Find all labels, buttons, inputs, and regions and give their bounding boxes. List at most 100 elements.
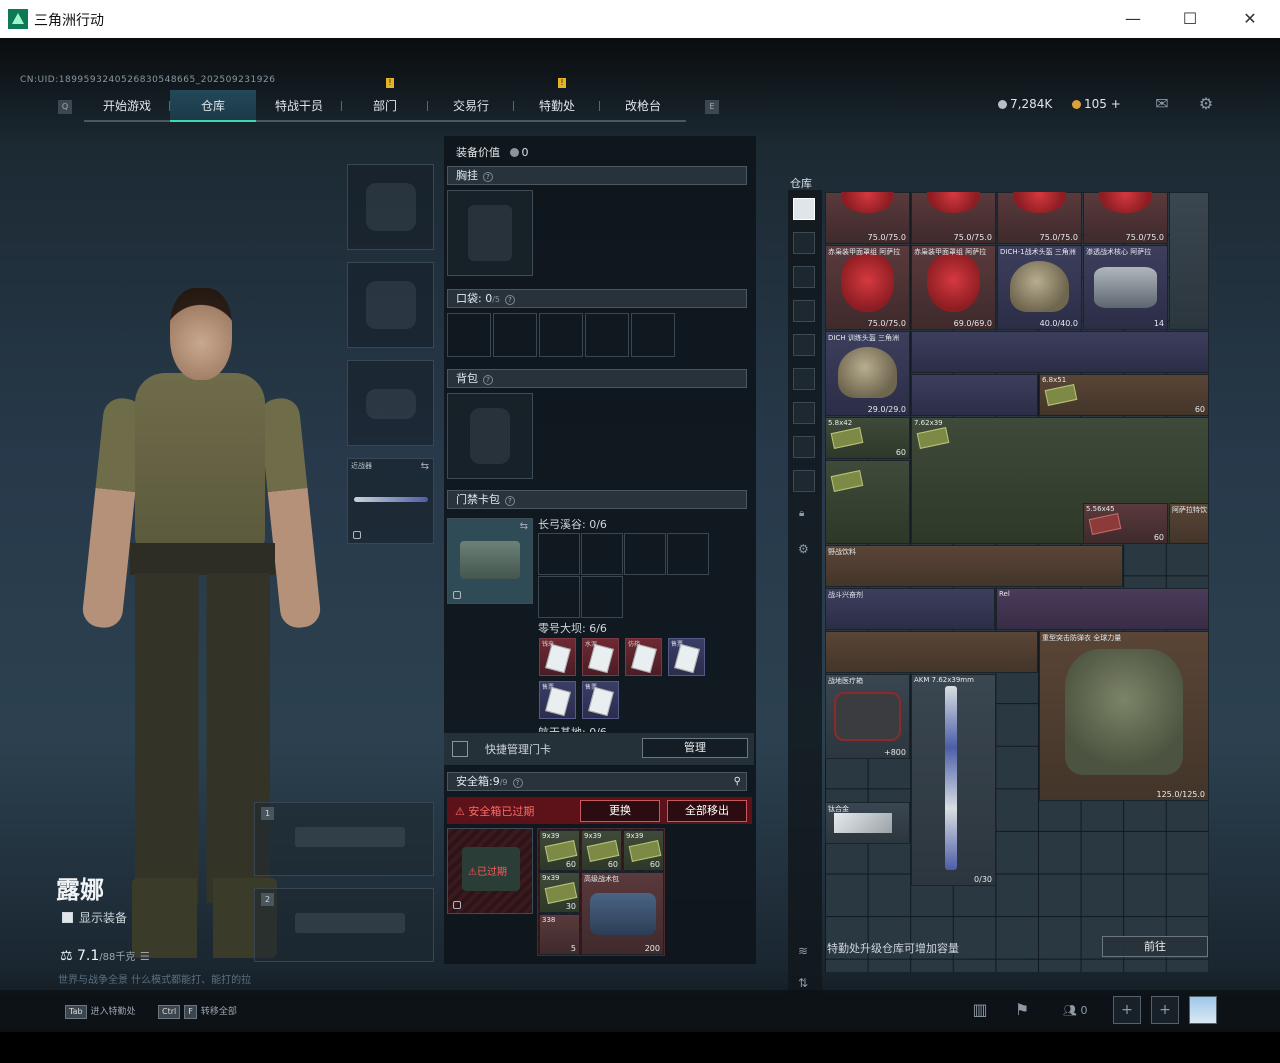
keycard-item[interactable]: 售票 [582, 681, 619, 719]
warehouse-item[interactable]: DICH 训练头盔 三角洲 29.0/29.0 [825, 331, 910, 416]
safebox-slot[interactable]: ⚠已过期 [447, 828, 533, 914]
tab-special-ops[interactable]: 特勤处! [514, 78, 600, 122]
warehouse-item[interactable]: DICH-1战术头盔 三角洲 40.0/40.0 [997, 245, 1082, 330]
swap-icon[interactable]: ⇆ [421, 461, 429, 472]
warehouse-item[interactable]: 钛合金 [825, 802, 910, 844]
goto-button[interactable]: 前往 [1102, 936, 1208, 957]
primary-weapon-slot-1[interactable]: 1 [254, 802, 434, 876]
warehouse-tab-1[interactable] [793, 232, 815, 254]
tab-trading[interactable]: 交易行 [428, 90, 514, 122]
keycard-item[interactable]: 仿药 [625, 638, 662, 676]
warehouse-item[interactable]: 战地医疗箱 +800 [825, 674, 910, 759]
warehouse-tab-7[interactable] [793, 436, 815, 458]
helmet-slot[interactable] [347, 164, 434, 250]
warehouse-tab-8[interactable] [793, 470, 815, 492]
list-icon[interactable]: ☰ [140, 950, 150, 963]
keycard-cell[interactable] [538, 533, 580, 575]
warehouse-tab-6[interactable] [793, 402, 815, 424]
primary-weapon-slot-2[interactable]: 2 [254, 888, 434, 962]
pocket-cell[interactable] [493, 313, 537, 357]
tab-department[interactable]: 部门! [342, 78, 428, 122]
help-icon[interactable]: ? [505, 496, 515, 506]
squad-count[interactable]: 👥︎ 0 [1063, 1004, 1087, 1017]
ticket-balance[interactable]: 105 + [1072, 97, 1121, 111]
warehouse-item[interactable]: 5.56x45 60 [1083, 503, 1168, 544]
pocket-cell[interactable] [447, 313, 491, 357]
show-equipment-toggle[interactable]: 显示装备 [62, 909, 127, 926]
keycard-cell[interactable] [581, 533, 623, 575]
warehouse-item[interactable]: 赤枭装甲面罩组 阿萨拉 69.0/69.0 [911, 245, 996, 330]
maximize-button[interactable]: ☐ [1170, 6, 1210, 32]
warehouse-item[interactable]: 5.8x42 60 [825, 417, 910, 459]
keycard-item[interactable]: 售票 [539, 681, 576, 719]
warehouse-item[interactable]: Rel [996, 588, 1209, 630]
keycard-holder-slot[interactable]: ⇆ [447, 518, 533, 604]
transfer-all-hint[interactable]: Ctrl F 转移全部 [158, 1004, 237, 1020]
warehouse-item[interactable]: 阿萨拉特饮 [1169, 503, 1209, 544]
ammo-item[interactable]: 9x39 60 [623, 830, 664, 871]
warehouse-item[interactable] [825, 631, 1038, 673]
mail-icon[interactable]: ✉ [1152, 96, 1172, 112]
warehouse-item[interactable]: 75.0/75.0 [1083, 192, 1168, 244]
pocket-cell[interactable] [585, 313, 629, 357]
gear-icon[interactable]: ⚙ [798, 542, 809, 556]
warehouse-tab-2[interactable] [793, 266, 815, 288]
help-icon[interactable]: ? [483, 172, 493, 182]
armor-slot[interactable] [347, 262, 434, 348]
move-all-button[interactable]: 全部移出 [667, 800, 747, 822]
warehouse-item[interactable]: 战斗兴奋剂 [825, 588, 995, 630]
warehouse-item[interactable]: 6.8x51 60 [1039, 374, 1209, 416]
lock-icon[interactable]: 🔒︎ [799, 508, 804, 519]
swap-icon[interactable]: ⇆ [520, 521, 528, 532]
pin-icon[interactable]: ⚲ [734, 773, 741, 791]
warehouse-tab-5[interactable] [793, 368, 815, 390]
keycard-item[interactable]: 钱来 [539, 638, 576, 676]
ammo-item[interactable]: 9x39 30 [539, 872, 580, 913]
warehouse-item[interactable]: 75.0/75.0 [997, 192, 1082, 244]
warehouse-tab-4[interactable] [793, 334, 815, 356]
warehouse-item[interactable]: 野战饮料 [825, 545, 1123, 587]
enter-special-ops-hint[interactable]: Tab 进入特勤处 [65, 1004, 136, 1020]
add-teammate-button[interactable]: + [1151, 996, 1179, 1024]
warehouse-item[interactable]: 重型突击防弹衣 全球力量 125.0/125.0 [1039, 631, 1209, 801]
keycard-item[interactable]: 售票 [668, 638, 705, 676]
manage-button[interactable]: 管理 [642, 738, 748, 758]
chest-rig-slot[interactable] [447, 190, 533, 276]
pocket-cell[interactable] [631, 313, 675, 357]
help-icon[interactable]: ? [505, 295, 516, 305]
nav-next-key[interactable]: E [705, 100, 719, 114]
warehouse-item[interactable] [911, 331, 1209, 373]
warehouse-item[interactable] [1169, 192, 1209, 330]
keycard-cell[interactable] [624, 533, 666, 575]
close-button[interactable]: ✕ [1230, 6, 1270, 32]
flag-icon[interactable]: ⚑ [1012, 1002, 1032, 1018]
pistol-slot[interactable] [347, 360, 434, 446]
help-icon[interactable]: ? [512, 778, 523, 788]
pocket-cell[interactable] [539, 313, 583, 357]
warehouse-tab-all[interactable] [793, 198, 815, 220]
sort-icon[interactable]: ⇅ [798, 976, 808, 990]
help-icon[interactable]: ? [483, 375, 493, 385]
coin-balance[interactable]: 7,284K [998, 97, 1052, 111]
tab-warehouse[interactable]: 仓库 [170, 90, 256, 122]
tab-gunsmith[interactable]: 改枪台 [600, 90, 686, 122]
settings-icon[interactable]: ⚙ [1196, 96, 1216, 112]
minimize-button[interactable]: — [1113, 6, 1153, 32]
stats-icon[interactable]: ▥ [970, 1002, 990, 1018]
warehouse-item[interactable]: 赤枭装甲面罩组 阿萨拉 75.0/75.0 [825, 245, 910, 330]
warehouse-item[interactable] [911, 374, 1038, 416]
warehouse-item[interactable] [825, 460, 910, 544]
ammo-item[interactable]: 9x39 60 [539, 830, 580, 871]
ammo-item[interactable]: 338 5 [539, 914, 580, 955]
warehouse-item[interactable]: 75.0/75.0 [825, 192, 910, 244]
keycard-cell[interactable] [538, 576, 580, 618]
warehouse-item[interactable]: 渗透战术核心 阿萨拉 14 [1083, 245, 1168, 330]
keycard-cell[interactable] [667, 533, 709, 575]
nav-prev-key[interactable]: Q [58, 100, 72, 114]
backpack-slot[interactable] [447, 393, 533, 479]
tactical-bag-item[interactable]: 高级战术包 200 [581, 872, 664, 955]
melee-slot[interactable]: 近战器 ⇆ [347, 458, 434, 544]
warehouse-tab-3[interactable] [793, 300, 815, 322]
keycard-cell[interactable] [581, 576, 623, 618]
tab-operators[interactable]: 特战干员 [256, 90, 342, 122]
